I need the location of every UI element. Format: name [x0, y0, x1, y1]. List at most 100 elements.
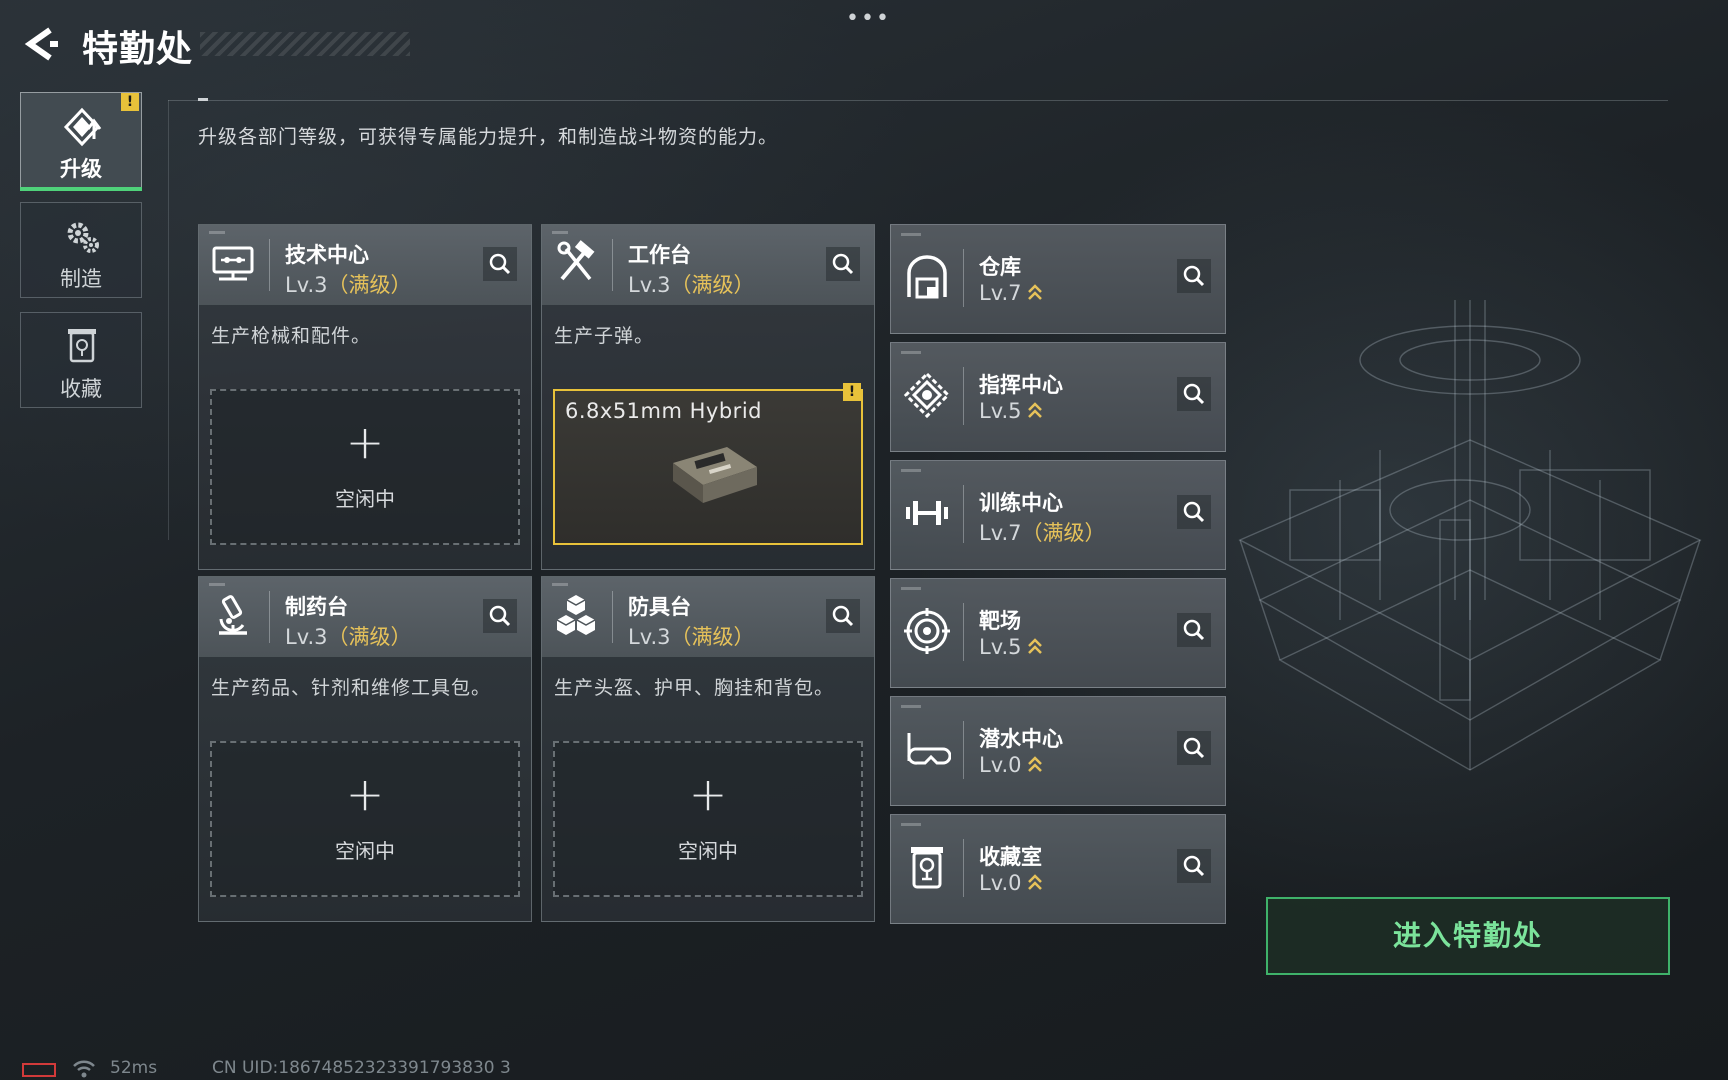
add-icon: + — [345, 415, 385, 469]
search-icon[interactable] — [1177, 613, 1211, 647]
department-name: 靶场 — [979, 609, 1021, 633]
search-icon[interactable] — [1177, 377, 1211, 411]
upgrade-icon — [63, 107, 102, 147]
warning-badge: ! — [121, 93, 139, 111]
monitor-icon — [212, 246, 254, 281]
upgrade-available-icon — [1027, 284, 1042, 300]
department-name: 仓库 — [979, 255, 1021, 279]
department-name: 收藏室 — [979, 845, 1042, 869]
page-title: 特勤处 — [82, 29, 194, 70]
facility-description: 生产药品、针剂和维修工具包。 — [211, 677, 492, 699]
max-level-tag: （满级） — [670, 273, 755, 297]
facility-card-armor-bench[interactable]: 防具台 Lv.3（满级） 生产头盔、护甲、胸挂和背包。 + 空闲中 — [541, 576, 875, 922]
facility-name: 防具台 — [628, 595, 691, 619]
warning-badge: ! — [843, 383, 861, 401]
max-level-tag: （满级） — [670, 625, 755, 649]
nav-tab-label: 制造 — [60, 267, 102, 291]
card-header: 制药台 Lv.3（满级） — [199, 577, 531, 657]
search-icon[interactable] — [1177, 495, 1211, 529]
nav-tab-upgrade[interactable]: 升级 ! — [20, 92, 142, 191]
department-row-diving-center[interactable]: 潜水中心 Lv.0 — [890, 696, 1226, 806]
department-level: Lv.7 — [979, 281, 1044, 305]
slot-status: 空闲中 — [335, 839, 395, 863]
facility-description: 生产子弹。 — [554, 325, 655, 347]
department-level: Lv.5 — [979, 399, 1044, 423]
department-name: 训练中心 — [979, 491, 1063, 515]
upgrade-available-icon — [1027, 756, 1042, 772]
facility-card-tech-center[interactable]: 技术中心 Lv.3（满级） 生产枪械和配件。 + 空闲中 — [198, 224, 532, 570]
slot-status: 空闲中 — [678, 839, 738, 863]
production-slot-empty[interactable]: + 空闲中 — [210, 741, 520, 897]
department-level: Lv.0 — [979, 871, 1044, 895]
facility-name: 技术中心 — [285, 243, 369, 267]
card-header: 工作台 Lv.3（满级） — [542, 225, 874, 305]
facility-name: 工作台 — [628, 243, 691, 267]
base-blueprint-illustration — [1238, 300, 1702, 771]
max-level-tag: （满级） — [327, 273, 412, 297]
card-header: 防具台 Lv.3（满级） — [542, 577, 874, 657]
upgrade-available-icon — [1027, 402, 1042, 418]
department-level: Lv.7（满级） — [979, 521, 1106, 545]
more-options-icon[interactable]: ••• — [846, 6, 891, 31]
production-slot-active[interactable]: 6.8x51mm Hybrid ! — [553, 383, 863, 545]
production-slot-empty[interactable]: + 空闲中 — [210, 389, 520, 545]
diving-mask-icon — [907, 733, 951, 765]
facility-level: Lv.3（满级） — [285, 625, 412, 649]
facility-card-workbench[interactable]: 工作台 Lv.3（满级） 生产子弹。 6.8x51mm Hybrid ! — [541, 224, 875, 570]
search-icon[interactable] — [1177, 731, 1211, 765]
warehouse-icon — [907, 255, 947, 299]
enter-button-label: 进入特勤处 — [1392, 919, 1543, 952]
ping-indicator: 52ms — [110, 1058, 158, 1078]
facility-description: 生产枪械和配件。 — [211, 325, 372, 347]
department-level: Lv.0 — [979, 753, 1044, 777]
target-icon — [904, 608, 950, 654]
back-arrow-icon[interactable] — [20, 24, 60, 64]
slot-status: 空闲中 — [335, 487, 395, 511]
search-icon[interactable] — [1177, 849, 1211, 883]
enter-special-ops-button[interactable]: 进入特勤处 — [1266, 897, 1670, 975]
trophy-case-icon — [911, 847, 943, 889]
department-row-collection-room[interactable]: 收藏室 Lv.0 — [890, 814, 1226, 924]
production-slot-empty[interactable]: + 空闲中 — [553, 741, 863, 897]
search-icon[interactable] — [483, 247, 517, 281]
ammo-box-image — [673, 447, 757, 503]
gears-icon — [67, 222, 99, 253]
department-row-shooting-range[interactable]: 靶场 Lv.5 — [890, 578, 1226, 688]
department-row-command-center[interactable]: 指挥中心 Lv.5 — [890, 342, 1226, 452]
divider-vertical — [168, 100, 169, 540]
nav-tab-collection[interactable]: 收藏 — [20, 312, 142, 408]
search-icon[interactable] — [826, 247, 860, 281]
user-uid: CN UID:18674852323391793830 3 — [212, 1058, 511, 1078]
facility-name: 制药台 — [285, 595, 348, 619]
search-icon[interactable] — [1177, 259, 1211, 293]
add-icon: + — [688, 767, 728, 821]
nav-tab-label: 升级 — [60, 157, 102, 181]
department-row-warehouse[interactable]: 仓库 Lv.7 — [890, 224, 1226, 334]
card-header: 技术中心 Lv.3（满级） — [199, 225, 531, 305]
facility-description: 生产头盔、护甲、胸挂和背包。 — [554, 677, 835, 699]
department-name: 指挥中心 — [979, 373, 1063, 397]
search-icon[interactable] — [483, 599, 517, 633]
nav-tab-label: 收藏 — [60, 377, 102, 401]
command-icon — [903, 371, 951, 419]
search-icon[interactable] — [826, 599, 860, 633]
department-name: 潜水中心 — [979, 727, 1063, 751]
department-row-training-center[interactable]: 训练中心 Lv.7（满级） — [890, 460, 1226, 570]
page-description: 升级各部门等级，可获得专属能力提升，和制造战斗物资的能力。 — [198, 126, 779, 148]
battery-icon — [22, 1063, 56, 1077]
upgrade-available-icon — [1027, 638, 1042, 654]
hammer-wrench-icon — [557, 240, 595, 281]
divider-tick — [198, 98, 208, 101]
collection-icon — [68, 329, 96, 363]
wifi-icon — [73, 1060, 95, 1078]
facility-level: Lv.3（满级） — [628, 625, 755, 649]
microscope-icon — [219, 595, 247, 635]
title-decoration — [200, 32, 410, 56]
add-icon: + — [345, 767, 385, 821]
max-level-tag: （满级） — [1021, 521, 1106, 545]
facility-level: Lv.3（满级） — [628, 273, 755, 297]
nav-tab-craft[interactable]: 制造 — [20, 202, 142, 298]
facility-card-pharmacy[interactable]: 制药台 Lv.3（满级） 生产药品、针剂和维修工具包。 + 空闲中 — [198, 576, 532, 922]
divider — [168, 100, 1668, 101]
cubes-icon — [556, 595, 596, 635]
